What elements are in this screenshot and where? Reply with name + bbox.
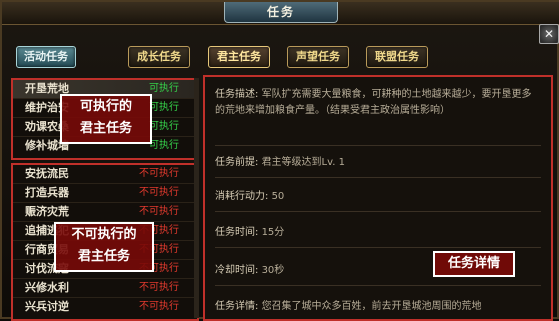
task-detail-panel: 任务描述: 军队扩充需要大量粮食，可耕种的土地越来越少，要开垦更多的荒地来增加粮… [203,75,553,321]
task-status: 可执行 [149,83,179,94]
close-icon[interactable]: ✕ [539,24,559,44]
cooldown-label: 冷却时间: [215,265,259,276]
task-row[interactable]: 安抚流民 不可执行 [13,165,197,184]
task-status: 不可执行 [139,301,179,312]
task-status: 不可执行 [139,282,179,293]
time-value: 15分 [261,227,285,238]
details-row: 任务详情: 您召集了城中众多百姓，前去开垦城池周围的荒地 [215,297,541,319]
tab-alliance-tasks[interactable]: 联盟任务 [366,46,428,68]
task-list-scrollbar[interactable] [194,78,199,318]
blocked-tasks-annotation: 不可执行的 君主任务 [54,222,154,272]
task-name: 兴兵讨逆 [25,300,69,313]
prereq-label: 任务前提: [215,157,259,168]
task-row[interactable]: 赈济灾荒 不可执行 [13,203,197,222]
task-window: 任务 ✕ 活动任务 成长任务 君主任务 声望任务 联盟任务 开垦荒地 可执行 维… [0,0,559,321]
task-row[interactable]: 兴兵讨逆 不可执行 [13,298,197,316]
cost-value: 50 [271,191,285,202]
cost-label: 消耗行动力: [215,191,269,202]
cooldown-value: 30秒 [261,265,285,276]
task-status: 不可执行 [139,187,179,198]
description-label: 任务描述: [215,89,259,100]
tab-growth-tasks[interactable]: 成长任务 [128,46,190,68]
description-row: 任务描述: 军队扩充需要大量粮食，可耕种的土地越来越少，要开垦更多的荒地来增加粮… [215,87,541,146]
tab-activity-tasks[interactable]: 活动任务 [16,46,76,68]
details-value: 您召集了城中众多百姓，前去开垦城池周围的荒地 [261,301,482,312]
description-value: 军队扩充需要大量粮食，可耕种的土地越来越少，要开垦更多的荒地来增加粮食产量。（结… [215,89,532,116]
prereq-row: 任务前提: 君主等级达到Lv. 1 [215,153,541,178]
task-name: 安抚流民 [25,167,69,180]
window-title: 任务 [224,2,338,23]
time-label: 任务时间: [215,227,259,238]
task-status: 不可执行 [139,206,179,217]
title-bar: 任务 [2,2,559,25]
task-name: 赈济灾荒 [25,205,69,218]
task-name: 打造兵器 [25,186,69,199]
task-name: 兴修水利 [25,281,69,294]
prereq-value: 君主等级达到Lv. 1 [261,157,345,168]
task-detail-annotation: 任务详情 [433,251,515,277]
task-status: 可执行 [149,121,179,132]
task-row[interactable]: 兴修水利 不可执行 [13,279,197,298]
task-status: 不可执行 [139,168,179,179]
tab-prestige-tasks[interactable]: 声望任务 [287,46,349,68]
time-row: 任务时间: 15分 [215,223,541,248]
details-label: 任务详情: [215,301,259,312]
task-row[interactable]: 打造兵器 不可执行 [13,184,197,203]
cost-row: 消耗行动力: 50 [215,187,541,212]
executable-tasks-annotation: 可执行的 君主任务 [60,94,152,144]
tab-lord-tasks[interactable]: 君主任务 [208,46,270,68]
task-status: 可执行 [149,102,179,113]
task-status: 可执行 [149,140,179,151]
